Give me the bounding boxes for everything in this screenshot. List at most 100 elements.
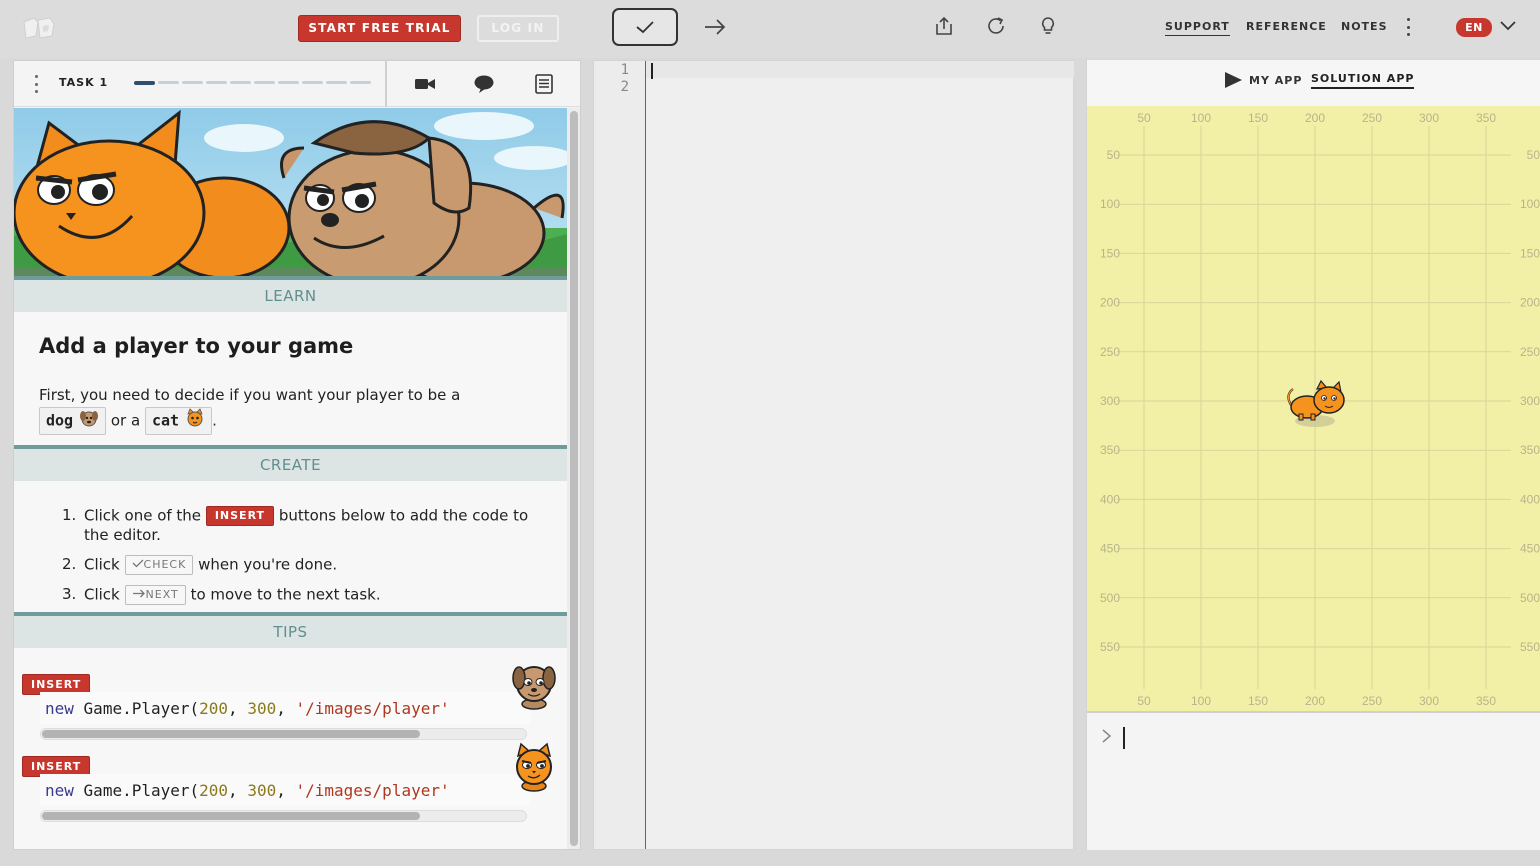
progress-step[interactable] — [134, 80, 155, 85]
more-menu-icon[interactable] — [1400, 16, 1416, 38]
task-menu-icon[interactable] — [32, 75, 40, 93]
step-text: when you're done. — [198, 555, 338, 574]
chat-bubble-icon — [474, 75, 494, 93]
player-cat-sprite — [1287, 379, 1345, 427]
reset-button[interactable] — [982, 12, 1010, 40]
x-axis-tick-label: 50 — [1137, 694, 1151, 708]
language-selector[interactable]: EN — [1456, 18, 1492, 37]
chat-button[interactable] — [471, 71, 497, 97]
y-axis-tick-label: 550 — [1520, 640, 1540, 654]
next-badge-label: NEXT — [145, 588, 179, 601]
check-button[interactable] — [612, 8, 678, 46]
y-axis-tick-label: 50 — [1107, 148, 1121, 162]
code-separator: , — [276, 699, 296, 718]
step-text: Click one of the — [84, 506, 202, 525]
step-text: Click — [84, 555, 120, 574]
progress-step[interactable] — [254, 81, 275, 84]
y-axis-tick-label: 200 — [1100, 296, 1120, 310]
task-scrollbar-thumb[interactable] — [570, 111, 578, 846]
progress-step[interactable] — [158, 81, 179, 84]
tips-section-header: TIPS — [14, 612, 567, 648]
next-button[interactable] — [700, 12, 730, 42]
share-button[interactable] — [930, 12, 958, 40]
share-upload-icon — [936, 16, 952, 35]
create-section-header: CREATE — [14, 445, 567, 481]
chevron-right-icon — [1099, 727, 1115, 745]
log-in-button[interactable]: LOG IN — [477, 15, 559, 42]
x-axis-tick-label: 350 — [1476, 694, 1496, 708]
tab-solution-app[interactable]: SOLUTION APP — [1311, 72, 1415, 89]
lesson-text-or: or a — [110, 411, 141, 430]
arrow-right-icon — [705, 19, 726, 35]
code-string: '/images/player' — [295, 699, 450, 718]
progress-step[interactable] — [350, 81, 371, 84]
play-icon — [1225, 72, 1242, 88]
check-badge: CHECK — [124, 555, 194, 575]
dog-face-icon — [79, 408, 99, 434]
step-text: Click — [84, 585, 120, 604]
x-axis-tick-label: 50 — [1137, 111, 1151, 125]
reference-link[interactable]: REFERENCE — [1246, 20, 1327, 33]
code-string: '/images/player' — [295, 781, 450, 800]
y-axis-tick-label: 500 — [1520, 591, 1540, 605]
y-axis-tick-label: 100 — [1520, 197, 1540, 211]
task-label: TASK 1 — [59, 76, 109, 89]
x-axis-tick-label: 350 — [1476, 111, 1496, 125]
x-axis-tick-label: 300 — [1419, 111, 1439, 125]
arrow-right-icon — [132, 589, 145, 598]
tab-my-app[interactable]: MY APP — [1223, 71, 1302, 89]
notes-link[interactable]: NOTES — [1341, 20, 1388, 33]
progress-step[interactable] — [182, 81, 203, 84]
create-steps-list: 1. Click one of the INSERT buttons below… — [62, 506, 552, 615]
logo-icon[interactable] — [22, 16, 56, 40]
notes-button[interactable] — [531, 71, 557, 97]
y-axis-tick-label: 300 — [1100, 394, 1120, 408]
support-link[interactable]: SUPPORT — [1165, 20, 1230, 36]
create-step: 1. Click one of the INSERT buttons below… — [62, 506, 552, 545]
y-axis-tick-label: 450 — [1100, 542, 1120, 556]
y-axis-tick-label: 150 — [1100, 246, 1120, 260]
x-axis-tick-label: 150 — [1248, 694, 1268, 708]
game-canvas[interactable]: 50 50 100 100 150 150 200 200 250 250 300 300 350 350… — [1087, 106, 1540, 711]
lesson-title: Add a player to your game — [39, 334, 354, 358]
progress-step[interactable] — [302, 81, 323, 84]
insert-badge: INSERT — [205, 506, 275, 526]
progress-step[interactable] — [230, 81, 251, 84]
code-number: 300 — [247, 781, 277, 800]
code-keyword: new — [45, 699, 74, 718]
code-number: 200 — [199, 781, 229, 800]
line-number-gutter: 1 2 — [594, 61, 646, 849]
option-cat-chip: cat — [144, 407, 213, 435]
top-bar: START FREE TRIAL LOG IN SUPPORT REFERENC… — [0, 0, 1540, 58]
code-scrollbar[interactable] — [40, 810, 527, 822]
chevron-down-icon[interactable] — [1498, 18, 1518, 34]
hint-button[interactable] — [1034, 12, 1062, 40]
y-axis-tick-label: 300 — [1520, 394, 1540, 408]
learn-section-header: LEARN — [14, 276, 567, 312]
code-separator: , — [276, 781, 296, 800]
progress-step[interactable] — [326, 81, 347, 84]
task-content[interactable]: LEARN Add a player to your game First, y… — [14, 108, 567, 849]
canvas-grid: 50 50 100 100 150 150 200 200 250 250 300 300 350 350… — [1100, 111, 1540, 708]
refresh-icon — [988, 17, 1004, 34]
code-scrollbar-thumb[interactable] — [42, 730, 420, 738]
start-free-trial-button[interactable]: START FREE TRIAL — [298, 15, 461, 42]
code-scrollbar-thumb[interactable] — [42, 812, 420, 820]
preview-panel: MY APP SOLUTION APP 50 50 100 100 150 150 200 2… — [1086, 60, 1540, 850]
y-axis-tick-label: 250 — [1100, 345, 1120, 359]
progress-step[interactable] — [206, 81, 227, 84]
code-editor[interactable]: 1 2 — [593, 60, 1074, 850]
video-button[interactable] — [412, 71, 438, 97]
task-banner-image — [14, 108, 567, 288]
next-badge: NEXT — [124, 585, 186, 605]
step-text: to move to the next task. — [190, 585, 381, 604]
code-scrollbar[interactable] — [40, 728, 527, 740]
step-number: 3. — [62, 585, 77, 603]
x-axis-tick-label: 100 — [1191, 694, 1211, 708]
console-input[interactable] — [1087, 711, 1540, 850]
task-header: TASK 1 — [14, 61, 580, 107]
progress-step[interactable] — [278, 81, 299, 84]
lesson-text-end: . — [212, 411, 217, 430]
code-separator: , — [228, 781, 248, 800]
preview-tabs: MY APP SOLUTION APP — [1087, 60, 1540, 106]
